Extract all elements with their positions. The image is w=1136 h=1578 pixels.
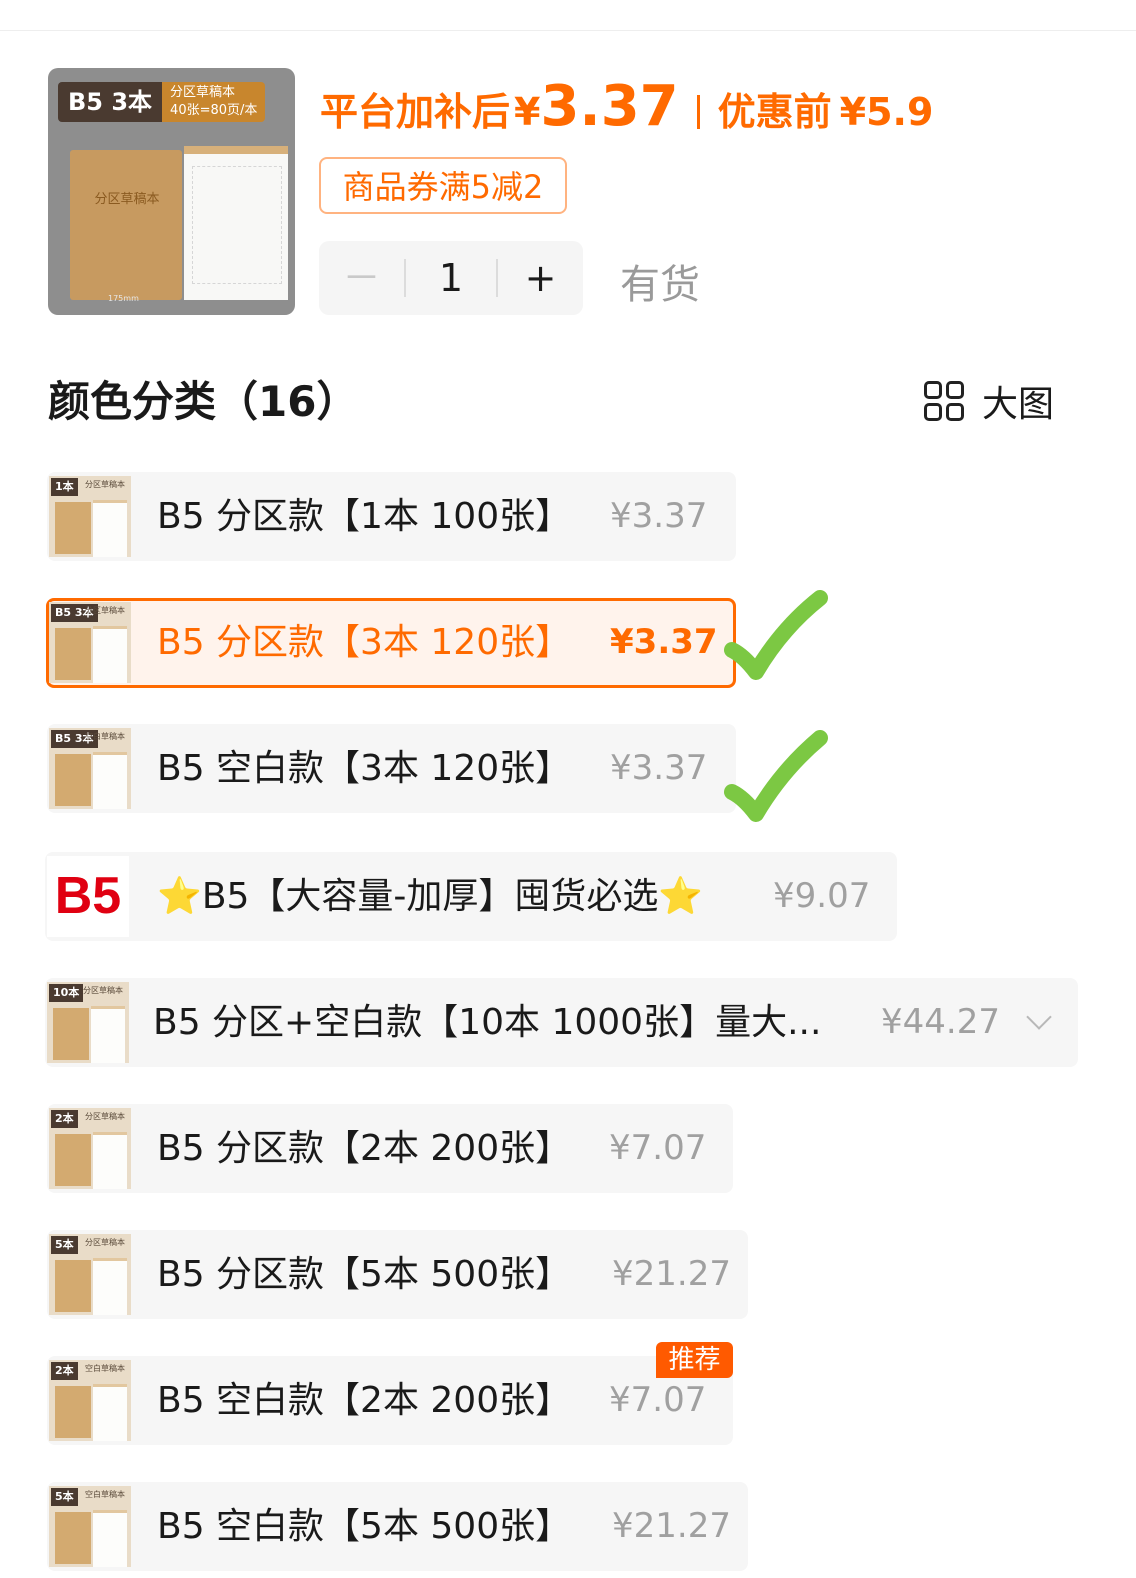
option-thumb-tag: 5本 xyxy=(51,1236,78,1254)
coupon-badge[interactable]: 商品券满5减2 xyxy=(319,157,567,214)
option-thumbnail: B5 3本 分区草稿本 xyxy=(49,602,131,683)
checkmark-icon xyxy=(724,590,828,680)
option-name: ⭐B5【大容量-加厚】囤货必选⭐ xyxy=(157,852,703,941)
option-name: B5 分区款【1本 100张】 xyxy=(157,496,572,537)
product-image-pad xyxy=(184,146,288,300)
option-item[interactable]: 5本 空白草稿本 B5 空白款【5本 500张】 ¥21.27 xyxy=(47,1482,748,1571)
option-name: B5 空白款【2本 200张】 xyxy=(157,1380,572,1421)
option-thumb-sub: 分区草稿本 xyxy=(85,480,125,489)
option-thumbnail: 5本 分区草稿本 xyxy=(49,1234,131,1315)
section-title: 颜色分类（16） xyxy=(48,377,359,426)
grid-icon xyxy=(924,381,964,421)
option-thumb-tag: 2本 xyxy=(51,1362,78,1380)
top-divider xyxy=(0,30,1136,31)
large-view-label: 大图 xyxy=(982,384,1055,425)
option-thumbnail: 2本 分区草稿本 xyxy=(49,1108,131,1189)
decrease-quantity-button[interactable]: － xyxy=(319,241,404,315)
product-image-tag: B5 3本 分区草稿本 40张=80页/本 xyxy=(58,82,266,122)
option-price: ¥21.27 xyxy=(612,1506,731,1546)
option-price: ¥44.27 xyxy=(881,1002,1000,1042)
increase-quantity-button[interactable]: + xyxy=(498,241,583,315)
product-image[interactable]: B5 3本 分区草稿本 40张=80页/本 分区草稿本 175mm xyxy=(48,68,295,315)
original-price-label: 优惠前 xyxy=(717,90,832,134)
large-view-toggle[interactable]: 大图 xyxy=(924,378,1055,425)
product-image-book-title: 分区草稿本 xyxy=(94,192,160,207)
option-name: B5 分区款【2本 200张】 xyxy=(157,1128,572,1169)
option-item[interactable]: 5本 分区草稿本 B5 分区款【5本 500张】 ¥21.27 xyxy=(47,1230,748,1319)
option-thumbnail: 10本 分区草稿本 xyxy=(47,982,129,1063)
original-price-value: ¥5.9 xyxy=(839,90,934,134)
option-item[interactable]: 2本 空白草稿本 B5 空白款【2本 200张】 ¥7.07 xyxy=(47,1356,733,1445)
option-item[interactable]: 1本 分区草稿本 B5 分区款【1本 100张】 ¥3.37 xyxy=(47,472,736,561)
quantity-value[interactable]: 1 xyxy=(406,256,496,300)
option-item[interactable]: B5 3本 空白草稿本 B5 空白款【3本 120张】 ¥3.37 xyxy=(47,724,736,813)
option-thumbnail: B5 3本 空白草稿本 xyxy=(49,728,131,809)
product-image-tag-sub-title: 分区草稿本 xyxy=(170,85,236,100)
option-item[interactable]: 2本 分区草稿本 B5 分区款【2本 200张】 ¥7.07 xyxy=(47,1104,733,1193)
product-image-tag-sub-detail: 40张=80页/本 xyxy=(170,103,258,118)
option-thumb-tag: 5本 xyxy=(51,1488,78,1506)
star-icon: ⭐ xyxy=(157,876,202,917)
product-image-tag-main: B5 3本 xyxy=(58,82,163,122)
product-image-book: 分区草稿本 xyxy=(70,150,182,300)
option-thumb-sub: 分区草稿本 xyxy=(83,986,123,995)
option-price: ¥3.37 xyxy=(610,496,708,536)
checkmark-icon xyxy=(724,730,828,822)
currency-symbol: ¥ xyxy=(514,90,541,134)
option-price: ¥3.37 xyxy=(610,622,718,662)
star-icon: ⭐ xyxy=(658,876,704,917)
option-price: ¥7.07 xyxy=(609,1128,707,1168)
option-thumb-tag: 1本 xyxy=(51,478,78,496)
option-name: B5 空白款【3本 120张】 xyxy=(157,748,572,789)
product-image-tag-sub: 分区草稿本 40张=80页/本 xyxy=(162,82,266,122)
option-thumb-sub: 分区草稿本 xyxy=(85,1238,125,1247)
option-item[interactable]: B5 ⭐B5【大容量-加厚】囤货必选⭐ ¥9.07 xyxy=(45,852,897,941)
option-thumb-tag: 10本 xyxy=(49,984,84,1002)
option-price: ¥9.07 xyxy=(773,876,871,916)
option-name: B5 空白款【5本 500张】 xyxy=(157,1506,572,1547)
price-separator xyxy=(696,95,700,129)
option-thumb-sub: 空白草稿本 xyxy=(85,1364,125,1373)
recommend-badge: 推荐 xyxy=(656,1342,733,1378)
option-thumbnail: B5 xyxy=(47,856,129,937)
option-name: B5 分区款【5本 500张】 xyxy=(157,1254,572,1295)
subsidy-price-label: 平台加补后 xyxy=(320,90,511,134)
b5-logo: B5 xyxy=(54,867,122,925)
stock-status: 有货 xyxy=(620,262,700,308)
option-price: ¥3.37 xyxy=(610,748,708,788)
chevron-down-icon[interactable] xyxy=(1026,1004,1052,1030)
option-name: B5 分区+空白款【10本 1000张】量大... xyxy=(153,1002,822,1043)
price-line: 平台加补后 ¥ 3.37 优惠前 ¥5.9 xyxy=(320,74,933,140)
option-price: ¥21.27 xyxy=(612,1254,731,1294)
subsidy-price-value: 3.37 xyxy=(540,74,679,139)
option-thumb-tag: 2本 xyxy=(51,1110,78,1128)
option-thumbnail: 2本 空白草稿本 xyxy=(49,1360,131,1441)
product-image-dimension: 175mm xyxy=(108,294,139,303)
option-thumbnail: 1本 分区草稿本 xyxy=(49,476,131,557)
option-thumbnail: 5本 空白草稿本 xyxy=(49,1486,131,1567)
option-item-selected[interactable]: B5 3本 分区草稿本 B5 分区款【3本 120张】 ¥3.37 xyxy=(46,598,736,688)
option-item[interactable]: 10本 分区草稿本 B5 分区+空白款【10本 1000张】量大... ¥44.… xyxy=(45,978,1078,1067)
quantity-stepper: － 1 + xyxy=(319,241,583,315)
option-thumb-sub: 分区草稿本 xyxy=(85,606,125,615)
option-thumb-sub: 分区草稿本 xyxy=(85,1112,125,1121)
option-name: B5 分区款【3本 120张】 xyxy=(157,622,572,663)
option-thumb-sub: 空白草稿本 xyxy=(85,1490,125,1499)
option-thumb-sub: 空白草稿本 xyxy=(85,732,125,741)
option-name-text: B5【大容量-加厚】囤货必选 xyxy=(201,876,659,917)
